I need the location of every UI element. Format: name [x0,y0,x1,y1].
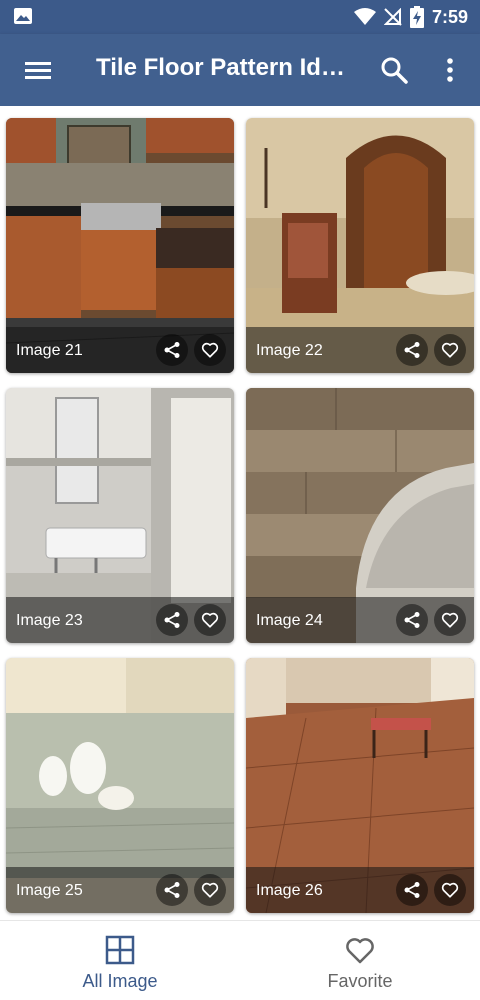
favorite-button[interactable] [194,604,226,636]
image-label: Image 22 [256,342,323,359]
share-button[interactable] [396,604,428,636]
nav-favorite[interactable]: Favorite [240,921,480,1000]
app-bar: Tile Floor Pattern Id… [0,34,480,106]
heart-outline-icon [201,612,219,628]
battery-charging-icon [409,6,424,28]
image-label: Image 21 [16,342,83,359]
heart-outline-icon [201,882,219,898]
image-card[interactable]: Image 23 [6,388,234,643]
image-label: Image 25 [16,882,83,899]
wifi-icon [353,8,376,25]
image-label: Image 23 [16,612,83,629]
heart-outline-icon [346,938,374,964]
status-bar: 7:59 [0,0,480,34]
share-button[interactable] [156,874,188,906]
share-icon [164,882,180,898]
favorite-button[interactable] [434,604,466,636]
share-icon [164,612,180,628]
share-icon [164,342,180,358]
search-icon[interactable] [380,56,408,84]
app-title: Tile Floor Pattern Id… [96,54,345,81]
grid-icon [105,935,135,965]
heart-outline-icon [441,612,459,628]
favorite-button[interactable] [194,334,226,366]
share-button[interactable] [396,334,428,366]
image-icon [14,8,32,24]
image-grid: Image 21 Image 22 Image 23 Image 24 Imag… [0,106,480,920]
image-card[interactable]: Image 26 [246,658,474,913]
heart-outline-icon [441,342,459,358]
share-button[interactable] [396,874,428,906]
share-icon [404,882,420,898]
favorite-button[interactable] [434,874,466,906]
image-card[interactable]: Image 25 [6,658,234,913]
image-card[interactable]: Image 21 [6,118,234,373]
favorite-button[interactable] [194,874,226,906]
signal-off-icon [383,8,402,26]
image-card[interactable]: Image 22 [246,118,474,373]
bottom-navigation: All Image Favorite [0,920,480,1000]
status-time: 7:59 [431,6,468,27]
image-card[interactable]: Image 24 [246,388,474,643]
share-icon [404,612,420,628]
favorite-button[interactable] [434,334,466,366]
heart-outline-icon [441,882,459,898]
share-button[interactable] [156,604,188,636]
nav-all-image[interactable]: All Image [0,921,240,1000]
share-icon [404,342,420,358]
more-vert-icon[interactable] [440,56,460,84]
image-label: Image 24 [256,612,323,629]
nav-label: Favorite [327,971,393,991]
nav-label: All Image [82,971,158,991]
image-label: Image 26 [256,882,323,899]
share-button[interactable] [156,334,188,366]
heart-outline-icon [201,342,219,358]
menu-icon[interactable] [24,56,52,84]
